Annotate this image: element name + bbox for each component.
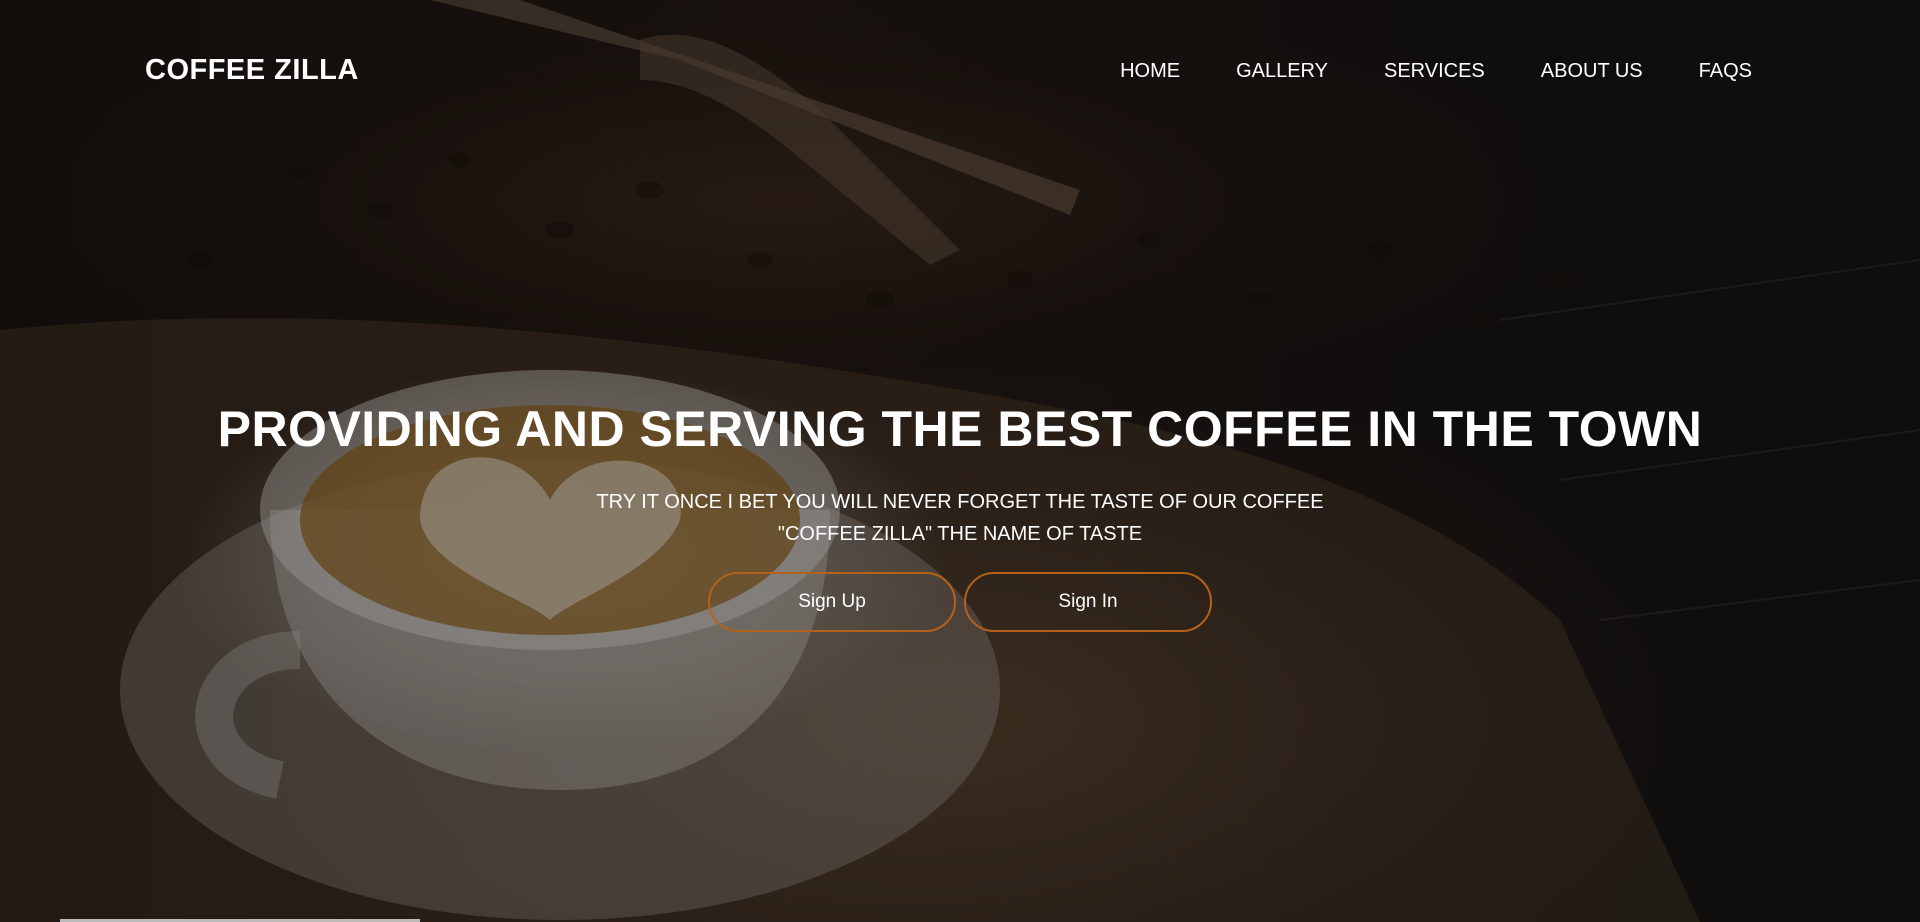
hero-tagline: TRY IT ONCE I BET YOU WILL NEVER FORGET … <box>0 486 1920 550</box>
nav-about-us-link[interactable]: ABOUT US <box>1541 60 1643 83</box>
hero-section: COFFEE ZILLA HOME GALLERY SERVICES ABOUT… <box>0 0 1920 922</box>
tagline-line-1: TRY IT ONCE I BET YOU WILL NEVER FORGET … <box>596 491 1324 513</box>
sign-up-button[interactable]: Sign Up <box>708 572 956 632</box>
tagline-line-2: "COFFEE ZILLA" THE NAME OF TASTE <box>777 523 1143 545</box>
hero-content: PROVIDING AND SERVING THE BEST COFFEE IN… <box>0 400 1920 632</box>
nav-gallery-link[interactable]: GALLERY <box>1236 60 1328 83</box>
nav-faqs-link[interactable]: FAQS <box>1699 60 1752 83</box>
nav-services-link[interactable]: SERVICES <box>1384 60 1485 83</box>
hero-buttons: Sign Up Sign In <box>0 572 1920 632</box>
sign-in-button[interactable]: Sign In <box>964 572 1212 632</box>
nav-home-link[interactable]: HOME <box>1120 60 1180 83</box>
site-logo[interactable]: COFFEE ZILLA <box>145 54 359 87</box>
hero-headline: PROVIDING AND SERVING THE BEST COFFEE IN… <box>217 401 1703 457</box>
top-navigation: COFFEE ZILLA HOME GALLERY SERVICES ABOUT… <box>0 0 1920 145</box>
main-menu: HOME GALLERY SERVICES ABOUT US FAQS <box>1120 60 1752 83</box>
